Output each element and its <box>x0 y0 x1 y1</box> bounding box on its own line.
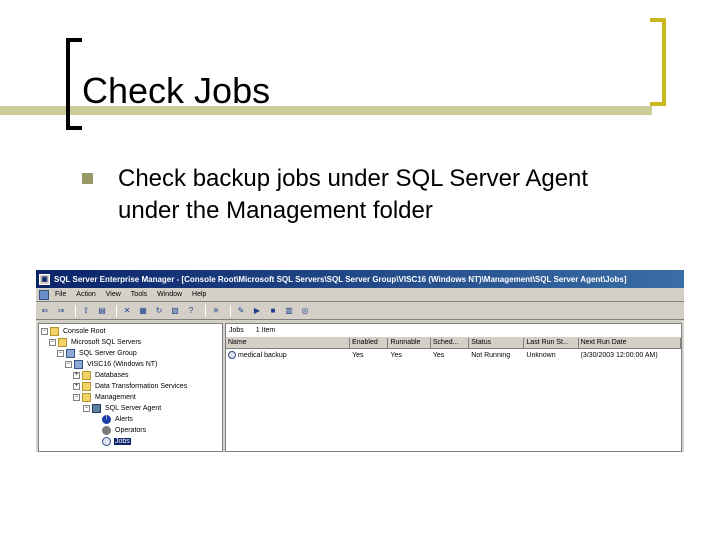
toolbar: ⇐ ⇒ ⇧ ▤ ✕ ▦ ↻ ▧ ? ✳ ✎ ▶ ■ ▥ ◎ <box>36 302 684 320</box>
cell-scheduled: Yes <box>432 351 445 359</box>
column-header-status[interactable]: Status <box>469 338 525 349</box>
console-icon[interactable] <box>39 289 49 300</box>
right-bracket-decoration <box>650 18 666 106</box>
menu-tools[interactable]: Tools <box>131 291 147 298</box>
tree-item-dts[interactable]: + Data Transformation Services <box>41 381 222 392</box>
list-header: Name Enabled Runnable Sched... Status La… <box>226 338 681 349</box>
collapse-toggle-icon[interactable]: − <box>49 339 56 346</box>
jobs-list-pane: Jobs 1 Item Name Enabled Runnable Sched.… <box>225 323 682 452</box>
toolbar-separator <box>75 304 76 317</box>
menu-help[interactable]: Help <box>192 291 206 298</box>
cell-last-run-status: Unknown <box>526 351 556 359</box>
cell-next-run-date: (3/30/2003 12:00:00 AM) <box>580 351 658 359</box>
delete-icon[interactable]: ✕ <box>121 305 133 317</box>
refresh-icon[interactable]: ↻ <box>153 305 165 317</box>
menu-action[interactable]: Action <box>76 291 95 298</box>
job-icon <box>228 351 236 359</box>
menu-file[interactable]: File <box>55 291 66 298</box>
folder-icon <box>58 338 67 347</box>
expand-toggle-icon[interactable]: + <box>73 383 80 390</box>
column-header-runnable[interactable]: Runnable <box>388 338 431 349</box>
menu-bar: File Action View Tools Window Help <box>36 288 684 302</box>
collapse-toggle-icon[interactable]: − <box>57 350 64 357</box>
collapse-toggle-icon[interactable]: − <box>73 394 80 401</box>
tree-item-visc16[interactable]: − VISC16 (Windows NT) <box>41 359 222 370</box>
start-job-icon[interactable]: ▶ <box>251 305 263 317</box>
collapse-toggle-icon[interactable]: − <box>65 361 72 368</box>
toolbar-separator <box>205 304 206 317</box>
server-icon <box>74 360 83 369</box>
wizard-icon[interactable]: ✳ <box>210 305 222 317</box>
left-bracket-decoration <box>66 38 82 130</box>
properties-icon[interactable]: ▦ <box>137 305 149 317</box>
registered-server-icon[interactable]: ◎ <box>299 305 311 317</box>
tree-item-jobs[interactable]: Jobs <box>41 436 222 447</box>
tree-item-databases[interactable]: + Databases <box>41 370 222 381</box>
tree-item-sql-server-group[interactable]: − SQL Server Group <box>41 348 222 359</box>
show-hide-tree-icon[interactable]: ▤ <box>96 305 108 317</box>
folder-icon <box>82 371 91 380</box>
server-group-icon <box>66 349 75 358</box>
cell-enabled: Yes <box>352 351 364 359</box>
tree-item-sql-server-agent[interactable]: − SQL Server Agent <box>41 403 222 414</box>
enterprise-manager-window: ▣ SQL Server Enterprise Manager - [Conso… <box>36 270 684 452</box>
list-item-count: 1 Item <box>255 327 276 334</box>
operators-icon <box>102 426 111 435</box>
cell-runnable: Yes <box>390 351 402 359</box>
tree-item-alerts[interactable]: ! Alerts <box>41 414 222 425</box>
expand-toggle-icon[interactable]: + <box>73 372 80 379</box>
mmc-app-icon: ▣ <box>39 273 50 285</box>
jobs-icon <box>102 437 111 446</box>
column-header-scheduled[interactable]: Sched... <box>430 338 470 349</box>
forward-arrow-icon[interactable]: ⇒ <box>55 305 67 317</box>
bullet-text: Check backup jobs under SQL Server Agent… <box>118 165 589 224</box>
collapse-toggle-icon[interactable]: − <box>41 328 48 335</box>
window-titlebar[interactable]: ▣ SQL Server Enterprise Manager - [Conso… <box>36 270 684 288</box>
alert-icon: ! <box>102 415 111 424</box>
menu-window[interactable]: Window <box>157 291 182 298</box>
up-folder-icon[interactable]: ⇧ <box>80 305 92 317</box>
folder-icon <box>82 393 91 402</box>
toolbar-separator <box>116 304 117 317</box>
collapse-toggle-icon[interactable]: − <box>83 405 90 412</box>
tree-item-operators[interactable]: Operators <box>41 425 222 436</box>
folder-icon <box>50 327 59 336</box>
slide-title: Check Jobs <box>82 70 271 111</box>
window-title: SQL Server Enterprise Manager - [Console… <box>54 274 627 284</box>
stop-job-icon[interactable]: ■ <box>267 305 279 317</box>
table-row[interactable]: medical backup Yes Yes Yes Not Running U… <box>226 349 681 361</box>
menu-view[interactable]: View <box>106 291 121 298</box>
cell-name: medical backup <box>226 351 350 359</box>
export-list-icon[interactable]: ▧ <box>169 305 181 317</box>
folder-icon <box>82 382 91 391</box>
column-header-name[interactable]: Name <box>226 338 351 349</box>
cell-status: Not Running <box>471 351 511 359</box>
bullet-square-icon <box>82 173 93 184</box>
tree-item-management[interactable]: − Management <box>41 392 222 403</box>
back-arrow-icon[interactable]: ⇐ <box>39 305 51 317</box>
tree-item-microsoft-sql-servers[interactable]: − Microsoft SQL Servers <box>41 337 222 348</box>
tree-item-console-root[interactable]: − Console Root <box>41 326 222 337</box>
list-caption: Jobs 1 Item <box>226 324 681 338</box>
new-job-icon[interactable]: ✎ <box>235 305 247 317</box>
console-tree: − Console Root − Microsoft SQL Servers −… <box>38 323 223 452</box>
toolbar-separator <box>230 304 231 317</box>
panes: − Console Root − Microsoft SQL Servers −… <box>36 321 684 452</box>
column-header-enabled[interactable]: Enabled <box>350 338 389 349</box>
help-icon[interactable]: ? <box>185 305 197 317</box>
list-caption-title: Jobs <box>229 327 244 334</box>
agent-icon <box>92 404 101 413</box>
column-header-last-run-status[interactable]: Last Run St... <box>524 338 579 349</box>
job-history-icon[interactable]: ▥ <box>283 305 295 317</box>
column-header-next-run-date[interactable]: Next Run Date <box>578 338 681 349</box>
